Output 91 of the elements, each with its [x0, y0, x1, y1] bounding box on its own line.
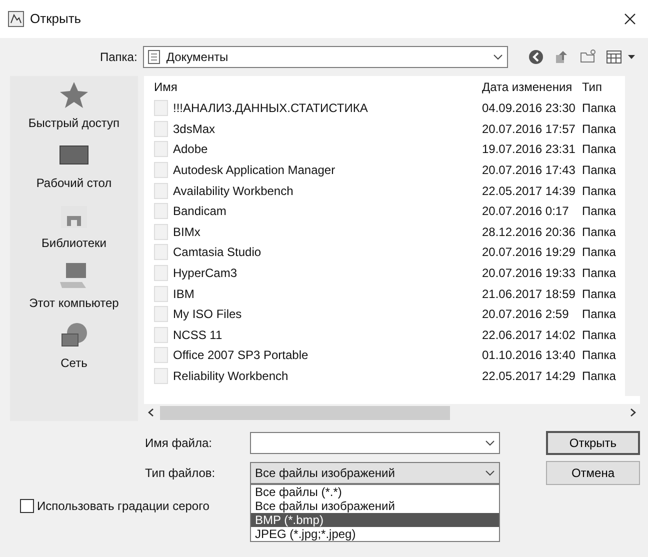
- table-cell-text: 22.05.2017 14:29: [481, 368, 576, 386]
- window-title: Открыть: [30, 10, 82, 28]
- field-label: Имя файла:: [145, 435, 213, 452]
- table-cell-text: Папка: [581, 203, 617, 220]
- column-header[interactable]: Тип: [578, 78, 624, 96]
- table-cell-text: Папка: [581, 326, 617, 344]
- dropdown-option[interactable]: Все файлы (*.*): [251, 485, 499, 499]
- table-cell-text: Папка: [581, 244, 617, 262]
- sidebar-item[interactable]: Сеть: [60, 354, 88, 372]
- scrollbar-thumb[interactable]: [160, 406, 450, 420]
- file-icon: [154, 182, 168, 199]
- table-cell-text: 22.05.2017 14:39: [481, 182, 576, 200]
- dropdown-option[interactable]: BMP (*.bmp): [251, 513, 499, 527]
- scroll-left-icon[interactable]: [148, 408, 154, 417]
- column-header[interactable]: Дата изменения: [476, 78, 578, 96]
- table-cell-text: Папка: [581, 182, 617, 200]
- sidebar-item[interactable]: Быстрый доступ: [28, 114, 120, 132]
- file-icon: [154, 347, 168, 364]
- table-cell-text: 20.07.2016 19:29: [481, 244, 576, 262]
- file-icon: [154, 244, 168, 260]
- file-icon: [154, 286, 168, 302]
- checkbox[interactable]: [20, 499, 34, 513]
- file-name[interactable]: Adobe: [173, 140, 208, 158]
- sidebar-item[interactable]: Библиотеки: [41, 234, 106, 252]
- table-cell-text: 20.07.2016 2:59: [481, 306, 570, 324]
- table-cell-text: 19.07.2016 23:31: [481, 141, 576, 158]
- caret-icon[interactable]: [493, 54, 504, 60]
- file-name[interactable]: HyperCam3: [173, 264, 238, 282]
- cancel-button[interactable]: Отмена: [546, 461, 640, 485]
- dropdown-arrow-icon[interactable]: [628, 55, 636, 59]
- table-cell-text: Папка: [581, 368, 617, 386]
- dropdown-option[interactable]: Все файлы изображений: [251, 499, 499, 513]
- table-cell-text: Папка: [581, 224, 617, 241]
- table-cell-text: Папка: [581, 162, 617, 180]
- document-icon: [148, 50, 160, 64]
- table-cell-text: Папка: [581, 100, 617, 118]
- caret-icon[interactable]: [485, 440, 495, 446]
- file-name[interactable]: Availability Workbench: [173, 182, 294, 200]
- file-name[interactable]: !!!АНАЛИЗ.ДАННЫХ.СТАТИСТИКА: [173, 99, 368, 118]
- file-icon: [154, 203, 168, 220]
- sidebar-item[interactable]: Этот компьютер: [29, 294, 119, 312]
- caret-icon[interactable]: [485, 470, 495, 476]
- file-name[interactable]: IBM: [173, 284, 194, 303]
- table-cell-text: 20.07.2016 19:33: [481, 265, 576, 282]
- back-icon[interactable]: [528, 49, 544, 65]
- field-label: Папка:: [100, 49, 138, 66]
- table-cell-text: Папка: [581, 120, 617, 138]
- file-icon: [154, 162, 168, 178]
- app-icon: [8, 11, 24, 27]
- table-cell-text: 20.07.2016 17:43: [481, 162, 576, 180]
- file-icon: [154, 326, 168, 343]
- filename-field[interactable]: [250, 432, 500, 454]
- sidebar-item[interactable]: Рабочий стол: [36, 174, 112, 192]
- scroll-right-icon[interactable]: [630, 408, 636, 417]
- file-icon: [154, 224, 168, 240]
- new-folder-icon[interactable]: [580, 49, 596, 65]
- file-name[interactable]: Autodesk Application Manager: [173, 161, 336, 180]
- table-cell-text: Папка: [581, 347, 617, 364]
- filetype-dropdown[interactable]: Все файлы изображений: [250, 462, 500, 484]
- file-name[interactable]: Bandicam: [173, 202, 226, 220]
- file-name[interactable]: NCSS 11: [173, 326, 222, 344]
- file-name[interactable]: Office 2007 SP3 Portable: [173, 346, 308, 364]
- table-cell-text: 20.07.2016 0:17: [481, 203, 570, 220]
- field-label: Тип файлов:: [145, 465, 216, 482]
- table-cell-text: 04.09.2016 23:30: [481, 100, 576, 118]
- file-name[interactable]: BIMx: [173, 222, 200, 241]
- table-cell-text: Папка: [581, 306, 617, 324]
- folder-dropdown[interactable]: Документы: [143, 46, 508, 68]
- file-name[interactable]: Reliability Workbench: [173, 367, 288, 386]
- table-cell-text: 21.06.2017 18:59: [481, 286, 576, 303]
- table-cell-text: 01.10.2016 13:40: [481, 347, 576, 364]
- table-cell-text: 22.06.2017 14:02: [481, 326, 576, 344]
- file-icon: [154, 141, 168, 158]
- table-cell-text: 20.07.2016 17:57: [481, 120, 576, 138]
- table-cell-text: Папка: [581, 286, 617, 303]
- file-icon: [154, 306, 168, 322]
- file-icon: [154, 120, 168, 137]
- file-name[interactable]: Camtasia Studio: [173, 243, 262, 262]
- file-icon: [154, 368, 168, 384]
- file-icon: [154, 100, 168, 116]
- file-name[interactable]: My ISO Files: [173, 305, 242, 324]
- dropdown-option[interactable]: JPEG (*.jpg;*.jpeg): [251, 527, 499, 541]
- column-header[interactable]: Имя: [144, 78, 476, 96]
- table-cell-text: Папка: [581, 141, 617, 158]
- table-cell-text: Папка: [581, 265, 617, 282]
- open-button[interactable]: Открыть: [546, 431, 640, 455]
- table-cell-text: 28.12.2016 20:36: [481, 224, 576, 241]
- file-name[interactable]: 3dsMax: [173, 120, 216, 138]
- view-menu-icon[interactable]: [606, 49, 622, 65]
- file-icon: [154, 265, 168, 282]
- checkbox-label[interactable]: Использовать градации серого: [37, 497, 210, 515]
